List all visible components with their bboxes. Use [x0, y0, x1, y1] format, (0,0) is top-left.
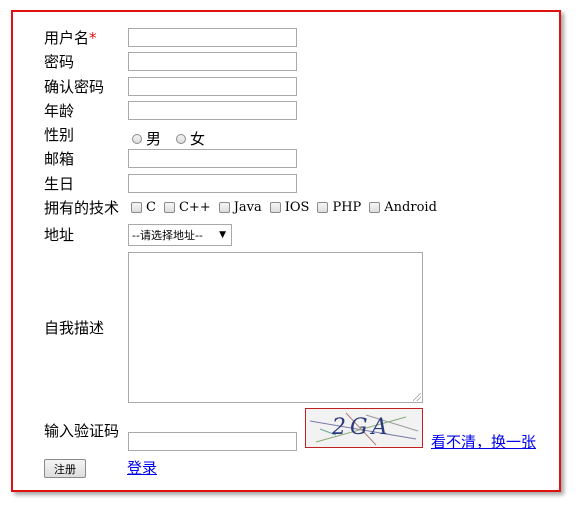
birthday-label: 生日: [44, 175, 75, 193]
username-label-text: 用户名: [44, 29, 90, 47]
username-input[interactable]: [128, 28, 297, 47]
birthday-input[interactable]: [128, 174, 297, 193]
refresh-captcha-link[interactable]: 看不清，换一张: [431, 431, 536, 452]
skill-php[interactable]: PHP: [317, 200, 361, 215]
email-input[interactable]: [128, 149, 297, 168]
login-link[interactable]: 登录: [127, 457, 157, 478]
checkbox-android[interactable]: [369, 202, 381, 213]
gender-label: 性别: [44, 126, 75, 144]
skill-cpp-label: C++: [178, 200, 211, 215]
captcha-text: 2GA: [332, 415, 392, 440]
password-input[interactable]: [128, 52, 297, 71]
age-label: 年龄: [44, 102, 75, 120]
password-label: 密码: [44, 53, 75, 71]
age-input[interactable]: [128, 101, 297, 120]
gender-option-male[interactable]: 男: [132, 128, 161, 149]
skill-c[interactable]: C: [131, 200, 156, 215]
username-label: 用户名*: [44, 28, 97, 48]
skill-php-label: PHP: [332, 200, 362, 215]
skill-java-label: Java: [233, 200, 262, 215]
required-mark: *: [89, 29, 97, 47]
checkbox-c[interactable]: [131, 202, 142, 213]
address-select[interactable]: --请选择地址-- ▼: [128, 224, 232, 246]
confirm-password-input[interactable]: [128, 77, 297, 96]
skill-java[interactable]: Java: [218, 200, 262, 215]
confirm-password-label: 确认密码: [44, 78, 105, 96]
skill-android-label: Android: [384, 200, 437, 215]
gender-option-female[interactable]: 女: [176, 128, 205, 149]
checkbox-php[interactable]: [317, 202, 329, 213]
checkbox-ios[interactable]: [269, 202, 281, 213]
skill-ios[interactable]: IOS: [269, 200, 310, 215]
skills-label: 拥有的技术: [44, 199, 120, 217]
address-label: 地址: [44, 226, 75, 244]
captcha-input[interactable]: [128, 432, 297, 451]
skill-cpp[interactable]: C++: [163, 200, 211, 215]
gender-female-label: 女: [190, 130, 206, 148]
radio-male[interactable]: [132, 133, 142, 144]
register-button[interactable]: 注册: [44, 459, 86, 478]
dropdown-arrow-icon: ▼: [219, 230, 226, 240]
captcha-image[interactable]: 2GA: [305, 408, 423, 448]
checkbox-cpp[interactable]: [163, 202, 175, 213]
gender-male-label: 男: [146, 130, 162, 148]
resize-grip-icon[interactable]: [413, 393, 421, 401]
radio-female[interactable]: [176, 133, 186, 144]
address-select-value: --请选择地址--: [132, 229, 203, 242]
skills-checkbox-group: C C++ Java IOS PHP Android: [131, 200, 445, 215]
email-label: 邮箱: [44, 150, 75, 168]
skill-c-label: C: [146, 200, 156, 215]
description-textarea[interactable]: [128, 252, 423, 403]
description-label: 自我描述: [44, 319, 105, 337]
captcha-label: 输入验证码: [44, 422, 120, 440]
skill-android[interactable]: Android: [369, 200, 437, 215]
checkbox-java[interactable]: [218, 202, 230, 213]
skill-ios-label: IOS: [284, 200, 310, 215]
